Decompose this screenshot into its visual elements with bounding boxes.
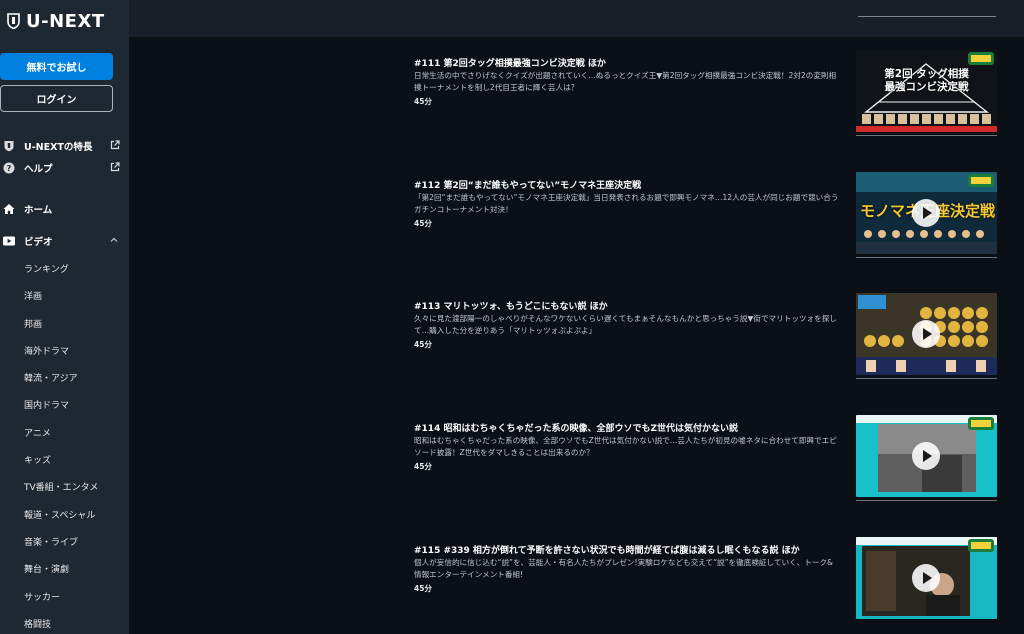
sidebar-item-tv-entertainment[interactable]: TV番組・エンタメ: [24, 477, 98, 495]
sidebar-item-soccer[interactable]: サッカー: [24, 587, 60, 605]
episode-item[interactable]: #112 第2回“まだ誰もやってない”モノマネ王座決定戦 「第2回“まだ誰もやっ…: [413, 172, 997, 278]
episode-item[interactable]: #111 第2回タッグ相撲最強コンビ決定戦 ほか 日常生活の中でさりげなくクイズ…: [413, 50, 997, 156]
sidebar-item-ranking[interactable]: ランキング: [24, 259, 69, 277]
episode-duration: 45分: [414, 219, 432, 228]
sidebar-item-news-special[interactable]: 報道・スペシャル: [24, 505, 95, 523]
episode-title[interactable]: #115 #339 相方が倒れて予断を許さない状況でも時間が経てば腹は減るし眠く…: [414, 543, 834, 556]
sidebar-item-features[interactable]: U-NEXTの特長: [0, 136, 129, 156]
login-button[interactable]: ログイン: [0, 85, 113, 112]
external-link-icon: [110, 162, 120, 172]
sidebar-item-martial-arts[interactable]: 格闘技: [24, 614, 51, 632]
top-bar: [129, 0, 1024, 37]
episode-description: 個人が妄信的に信じ込む“説”を、芸能人・有名人たちがプレゼン!実験ロケなども交え…: [414, 558, 833, 579]
episode-item[interactable]: #114 昭和はむちゃくちゃだった系の映像、全部ウソでもZ世代は気付かない説 昭…: [413, 415, 997, 521]
episode-description: 日常生活の中でさりげなくクイズが出題されていく…ぬるっとクイズ王▼第2回タッグ相…: [414, 71, 837, 92]
episode-item[interactable]: #115 #339 相方が倒れて予断を許さない状況でも時間が経てば腹は減るし眠く…: [413, 537, 997, 634]
chevron-up-icon[interactable]: [110, 236, 118, 244]
unext-shield-icon: [4, 141, 14, 152]
sidebar-item-home[interactable]: ホーム: [0, 199, 129, 219]
episode-title[interactable]: #111 第2回タッグ相撲最強コンビ決定戦 ほか: [414, 56, 834, 69]
sidebar-item-japanese-movies[interactable]: 邦画: [24, 314, 42, 332]
sidebar-item-stage[interactable]: 舞台・演劇: [24, 559, 69, 577]
sidebar-item-anime[interactable]: アニメ: [24, 423, 51, 441]
episode-description: 「第2回“まだ誰もやってない”モノマネ王座決定戦」当日発表されるお題で即興モノマ…: [414, 193, 839, 214]
play-icon[interactable]: [912, 564, 940, 592]
episode-title[interactable]: #113 マリトッツォ、もうどこにもない説 ほか: [414, 299, 834, 312]
play-icon[interactable]: [912, 199, 940, 227]
sidebar-item-overseas-drama[interactable]: 海外ドラマ: [24, 341, 69, 359]
thumbnail-underline: [856, 500, 997, 501]
sidebar-item-korea-asia[interactable]: 韓流・アジア: [24, 368, 78, 386]
sidebar-item-label: U-NEXTの特長: [24, 142, 93, 153]
episode-description: 昭和はむちゃくちゃだった系の映像、全部ウソでもZ世代は気付かない説で…芸人たちが…: [414, 436, 837, 457]
episode-title[interactable]: #114 昭和はむちゃくちゃだった系の映像、全部ウソでもZ世代は気付かない説: [414, 421, 834, 434]
episode-thumbnail[interactable]: 第2回 タッグ相撲 最強コンビ決定戦: [856, 50, 997, 132]
episode-duration: 45分: [414, 584, 432, 593]
episode-duration: 45分: [414, 340, 432, 349]
unext-logo[interactable]: U-NEXT: [7, 10, 105, 32]
sidebar-item-label: ヘルプ: [24, 164, 53, 175]
thumbnail-underline: [856, 257, 997, 258]
episode-thumbnail[interactable]: [856, 537, 997, 619]
sidebar: U-NEXT 無料でお試し ログイン U-NEXTの特長 ? ヘルプ ホーム ビ…: [0, 0, 129, 634]
thumbnail-underline: [856, 135, 997, 136]
sidebar-item-video[interactable]: ビデオ: [0, 231, 129, 251]
sidebar-item-label: ビデオ: [24, 237, 53, 248]
thumbnail-caption: 第2回 タッグ相撲 最強コンビ決定戦: [884, 68, 969, 93]
episode-thumbnail[interactable]: モノマネ王座決定戦: [856, 172, 997, 254]
external-link-icon: [110, 140, 120, 150]
free-trial-button[interactable]: 無料でお試し: [0, 53, 113, 80]
episode-title[interactable]: #112 第2回“まだ誰もやってない”モノマネ王座決定戦: [414, 178, 834, 191]
home-icon: [3, 204, 15, 214]
search-underline[interactable]: [858, 16, 996, 17]
sidebar-item-help[interactable]: ? ヘルプ: [0, 158, 129, 178]
thumbnail-underline: [856, 378, 997, 379]
sidebar-item-label: ホーム: [24, 205, 53, 216]
sidebar-item-domestic-drama[interactable]: 国内ドラマ: [24, 395, 69, 413]
sidebar-item-music-live[interactable]: 音楽・ライブ: [24, 532, 78, 550]
episode-thumbnail[interactable]: [856, 415, 997, 497]
episode-item[interactable]: #113 マリトッツォ、もうどこにもない説 ほか 久々に見た渡部陽一のしゃべりが…: [413, 293, 997, 399]
episode-duration: 45分: [414, 97, 432, 106]
video-icon: [3, 236, 15, 246]
sidebar-item-kids[interactable]: キッズ: [24, 450, 51, 468]
episode-thumbnail[interactable]: [856, 293, 997, 375]
episode-description: 久々に見た渡部陽一のしゃべりがそんなワケないくらい遅くてもまぁそんなもんかと思っ…: [414, 314, 837, 335]
svg-text:?: ?: [7, 164, 12, 173]
episode-duration: 45分: [414, 462, 432, 471]
help-icon: ?: [3, 162, 15, 174]
play-icon[interactable]: [912, 442, 940, 470]
play-icon[interactable]: [912, 320, 940, 348]
brand-name: U-NEXT: [26, 10, 105, 32]
unext-shield-icon: [7, 13, 20, 29]
sidebar-item-western-movies[interactable]: 洋画: [24, 286, 42, 304]
